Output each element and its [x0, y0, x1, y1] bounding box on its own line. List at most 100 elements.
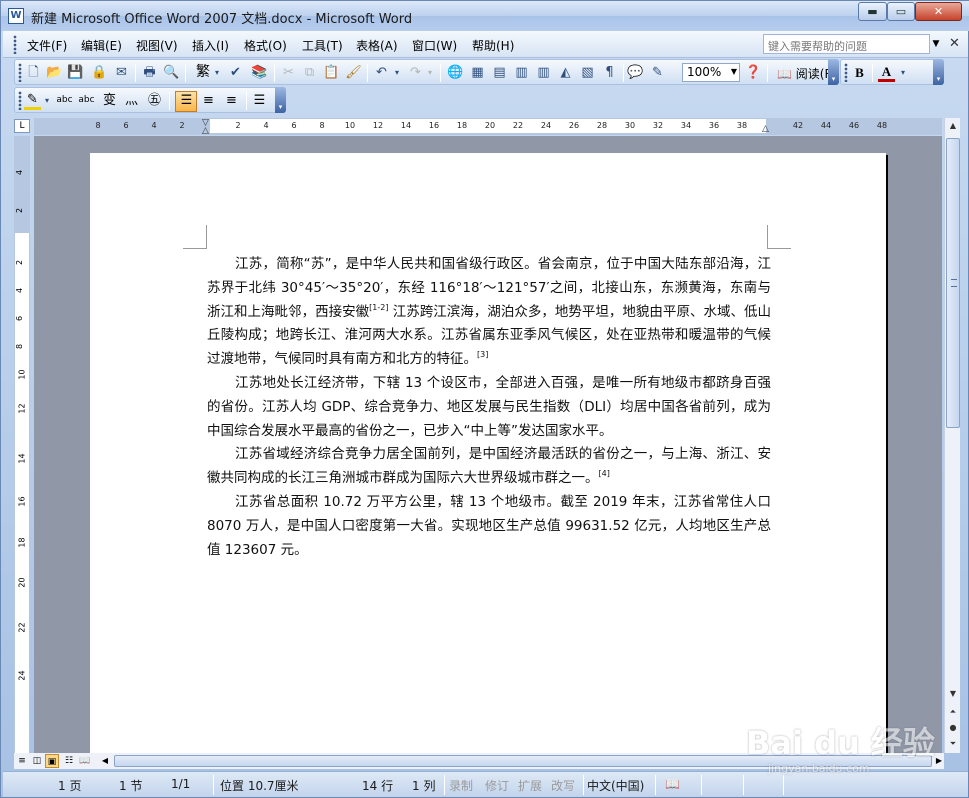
menu-insert[interactable]: 插入(I) [192, 37, 229, 54]
paragraph[interactable]: 江苏省总面积 10.72 万平方公里，辖 13 个地级市。截至 2019 年末，… [207, 491, 771, 562]
next-page-icon[interactable]: ⏷ [945, 736, 961, 752]
align-right-icon[interactable]: ≡ [223, 92, 240, 109]
ink-annotation-icon[interactable]: ✎ [649, 64, 666, 81]
left-indent-marker[interactable]: △ [202, 126, 209, 136]
new-document-icon[interactable]: 🗋 [25, 64, 42, 81]
highlight-icon[interactable]: ✎ [24, 92, 41, 110]
previous-page-icon[interactable]: ⏶ [945, 704, 961, 720]
status-position[interactable]: 位置 10.7厘米 [220, 777, 299, 794]
ink-comment-icon[interactable]: 💬 [627, 64, 644, 81]
footnote-ref[interactable]: [1-2] [369, 303, 388, 312]
chevron-down-icon[interactable]: ▾ [426, 64, 434, 81]
paste-icon[interactable]: 📋 [323, 64, 340, 81]
document-close-icon[interactable]: ✕ [949, 36, 960, 51]
toolbar-options-icon[interactable]: ▾ [933, 59, 944, 85]
help-search-input[interactable]: 键入需要帮助的问题 [763, 34, 930, 54]
word-app-icon[interactable]: W [8, 8, 24, 24]
toolbar-grip[interactable] [844, 63, 848, 82]
vertical-scrollbar[interactable]: ▲ ▼ ⏶ ● ⏷ [944, 118, 960, 753]
status-track-changes[interactable]: 修订 [485, 777, 509, 794]
spelling-icon[interactable]: ✔ [227, 64, 244, 81]
font-color-button[interactable]: A [878, 64, 895, 82]
document-page[interactable]: 江苏，简称“苏”，是中华人民共和国省级行政区。省会南京，位于中国大陆东部沿海，江… [90, 153, 886, 753]
enclosed-character-icon[interactable]: ㊄ [146, 92, 163, 109]
menu-format[interactable]: 格式(O) [244, 37, 287, 54]
status-page[interactable]: 1 页 [58, 777, 81, 794]
toolbar-options-icon[interactable]: ▾ [275, 87, 286, 113]
columns-icon[interactable]: ▥ [535, 64, 552, 81]
phonetic-guide-icon[interactable]: abc [56, 92, 73, 109]
status-page-of[interactable]: 1/1 [171, 777, 190, 791]
document-text[interactable]: 江苏，简称“苏”，是中华人民共和国省级行政区。省会南京，位于中国大陆东部沿海，江… [207, 253, 771, 562]
menu-help[interactable]: 帮助(H) [472, 37, 514, 54]
paragraph[interactable]: 江苏省域经济综合竞争力居全国前列，是中国经济最活跃的省份之一，与上海、浙江、安徽… [207, 443, 771, 491]
reading-view-icon[interactable]: 📖 [78, 754, 92, 768]
scroll-up-icon[interactable]: ▲ [945, 118, 961, 134]
zoom-dropdown[interactable]: 100% ▼ [682, 63, 740, 82]
permission-icon[interactable]: 🔒 [91, 64, 108, 81]
menu-file[interactable]: 文件(F) [27, 37, 67, 54]
toolbar-grip[interactable] [18, 91, 22, 110]
copy-icon[interactable]: ⧉ [301, 64, 318, 81]
vertical-scroll-thumb[interactable] [946, 138, 960, 428]
align-center-icon[interactable]: ≡ [200, 92, 217, 109]
scroll-left-icon[interactable]: ◀ [98, 754, 112, 768]
character-scaling-icon[interactable]: 灬 [123, 92, 140, 109]
menubar-grip[interactable] [13, 35, 17, 54]
menu-view[interactable]: 视图(V) [136, 37, 178, 54]
print-icon[interactable]: 🖶 [141, 64, 158, 81]
paragraph[interactable]: 江苏，简称“苏”，是中华人民共和国省级行政区。省会南京，位于中国大陆东部沿海，江… [207, 253, 771, 372]
normal-view-icon[interactable]: ≡ [15, 754, 29, 768]
select-browse-object-icon[interactable]: ● [945, 720, 961, 736]
email-icon[interactable]: ✉ [113, 64, 130, 81]
right-indent-marker[interactable]: △ [762, 124, 769, 134]
status-section[interactable]: 1 节 [119, 777, 142, 794]
status-record[interactable]: 录制 [449, 777, 473, 794]
chevron-down-icon[interactable]: ▾ [899, 64, 907, 81]
horizontal-ruler[interactable]: 8 6 4 2 2 4 6 8 10 12 14 16 18 20 22 24 26 28 30 32 34 36 38 42… [34, 118, 942, 136]
show-hide-icon[interactable]: ¶ [601, 64, 618, 81]
bold-button[interactable]: B [851, 64, 868, 81]
help-icon[interactable]: ❓ [745, 64, 762, 81]
enclose-characters-icon[interactable]: abc [78, 92, 95, 109]
format-painter-icon[interactable]: 🖌 [345, 64, 362, 81]
chevron-down-icon[interactable]: ▾ [43, 92, 51, 109]
web-view-icon[interactable]: ◫ [30, 754, 44, 768]
menu-table[interactable]: 表格(A) [356, 37, 398, 54]
chevron-down-icon[interactable]: ▾ [213, 64, 221, 81]
minimize-button[interactable]: ▬ [858, 2, 887, 21]
status-language[interactable]: 中文(中国) [587, 777, 644, 794]
drawing-icon[interactable]: ◭ [557, 64, 574, 81]
scroll-down-icon[interactable]: ▼ [945, 686, 961, 702]
traditional-chinese-button[interactable]: 繁 [192, 64, 214, 81]
chevron-down-icon[interactable]: ▾ [393, 64, 401, 81]
print-preview-icon[interactable]: 🔍 [163, 64, 180, 81]
document-map-icon[interactable]: ▧ [579, 64, 596, 81]
maximize-button[interactable]: ▭ [887, 2, 915, 21]
footnote-ref[interactable]: [3] [477, 350, 488, 359]
menu-tools[interactable]: 工具(T) [302, 37, 343, 54]
hyperlink-icon[interactable]: 🌐 [447, 64, 464, 81]
help-dropdown-arrow[interactable]: ▼ [929, 34, 943, 54]
justify-icon[interactable]: ☰ [251, 92, 268, 109]
menu-edit[interactable]: 编辑(E) [81, 37, 122, 54]
status-column[interactable]: 1 列 [412, 777, 435, 794]
vertical-ruler[interactable]: 4 2 2 4 6 8 10 12 14 16 18 20 22 24 [14, 136, 30, 753]
paragraph[interactable]: 江苏地处长江经济带，下辖 13 个设区市，全部进入百强，是唯一所有地级市都跻身百… [207, 372, 771, 443]
undo-icon[interactable]: ↶ [373, 64, 390, 81]
research-icon[interactable]: 📚 [251, 64, 268, 81]
combine-characters-icon[interactable]: 变 [101, 92, 118, 109]
status-overtype[interactable]: 改写 [551, 777, 575, 794]
open-folder-icon[interactable]: 📂 [46, 64, 63, 81]
tab-selector[interactable]: L [14, 119, 30, 133]
toolbar-grip[interactable] [18, 63, 22, 82]
insert-excel-icon[interactable]: ▥ [513, 64, 530, 81]
insert-table-icon[interactable]: ▤ [491, 64, 508, 81]
save-icon[interactable]: 💾 [67, 64, 84, 81]
footnote-ref[interactable]: [4] [599, 469, 610, 478]
tables-borders-icon[interactable]: ▦ [469, 64, 486, 81]
menu-window[interactable]: 窗口(W) [412, 37, 457, 54]
redo-icon[interactable]: ↷ [407, 64, 424, 81]
outline-view-icon[interactable]: ☷ [62, 754, 76, 768]
close-button[interactable]: ✕ [915, 2, 962, 21]
